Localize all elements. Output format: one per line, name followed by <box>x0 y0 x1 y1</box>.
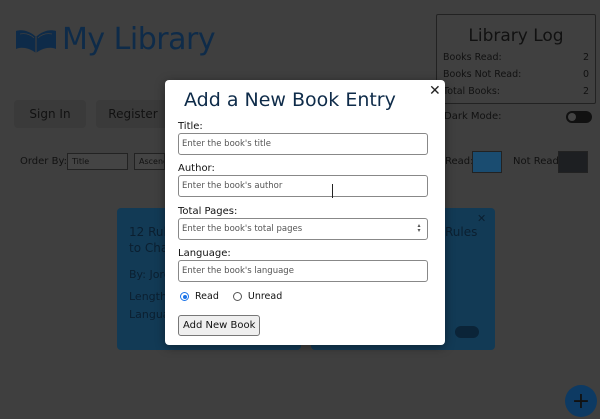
read-color-swatch[interactable] <box>472 151 502 173</box>
close-icon[interactable]: ✕ <box>429 83 441 99</box>
dark-mode-label: Dark Mode: <box>444 111 502 122</box>
sign-in-button[interactable]: Sign In <box>14 100 86 128</box>
log-label: Books Not Read: <box>443 69 522 80</box>
log-row-not-read: Books Not Read: 0 <box>437 69 595 80</box>
log-value: 2 <box>582 52 589 63</box>
open-book-icon <box>16 29 56 53</box>
log-value: 0 <box>582 69 589 80</box>
log-row-read: Books Read: 2 <box>437 52 595 63</box>
title-input[interactable] <box>178 133 428 155</box>
add-book-fab[interactable]: + <box>565 385 597 417</box>
unread-radio[interactable] <box>232 292 242 301</box>
order-field-select[interactable]: Title <box>67 153 128 170</box>
book-card-language: Langua <box>129 308 170 321</box>
book-card-title-line2: to Cha <box>129 241 169 255</box>
not-read-color-label: Not Read: <box>513 156 563 167</box>
order-by-label: Order By: <box>20 156 68 167</box>
not-read-color-swatch[interactable] <box>558 151 588 173</box>
log-label: Books Read: <box>443 52 502 63</box>
library-log-title: Library Log <box>468 26 564 46</box>
language-label: Language: <box>178 248 231 259</box>
add-book-modal: Add a New Book Entry ✕ Title: Author: To… <box>165 80 445 345</box>
book-card-title: 12 Rul <box>129 225 167 239</box>
dark-mode-toggle[interactable] <box>566 111 592 123</box>
order-field-value: Title <box>72 157 90 166</box>
add-new-book-button[interactable]: Add New Book <box>178 315 261 336</box>
language-input[interactable] <box>178 260 428 282</box>
log-value: 2 <box>582 86 589 97</box>
order-direction-select[interactable]: Ascend <box>134 153 165 170</box>
book-card-length: Length <box>129 290 167 303</box>
read-color-label: Read: <box>445 156 474 167</box>
title-label: Title: <box>178 121 203 132</box>
pages-input[interactable] <box>178 218 428 240</box>
book-card-title: Rules <box>445 225 478 239</box>
author-input[interactable] <box>178 175 428 197</box>
stepper-icon[interactable]: ▴ ▾ <box>414 223 424 234</box>
text-cursor-icon <box>332 184 335 198</box>
app-logo: My Library <box>14 22 216 57</box>
modal-title: Add a New Book Entry <box>184 89 396 111</box>
close-icon[interactable]: ✕ <box>477 212 486 225</box>
app-title: My Library <box>62 22 216 57</box>
author-label: Author: <box>178 163 215 174</box>
read-radio-label: Read <box>195 291 219 302</box>
read-toggle[interactable] <box>455 326 479 338</box>
read-status-group: Read Unread <box>180 291 282 302</box>
log-label: Total Books: <box>443 86 500 97</box>
unread-radio-label: Unread <box>247 291 283 302</box>
library-log: Library Log Books Read: 2 Books Not Read… <box>436 14 596 104</box>
read-radio[interactable] <box>180 292 189 301</box>
log-row-total: Total Books: 2 <box>437 86 595 97</box>
order-direction-value: Ascend <box>139 157 164 166</box>
register-button[interactable]: Register <box>96 100 170 128</box>
pages-label: Total Pages: <box>178 206 238 217</box>
